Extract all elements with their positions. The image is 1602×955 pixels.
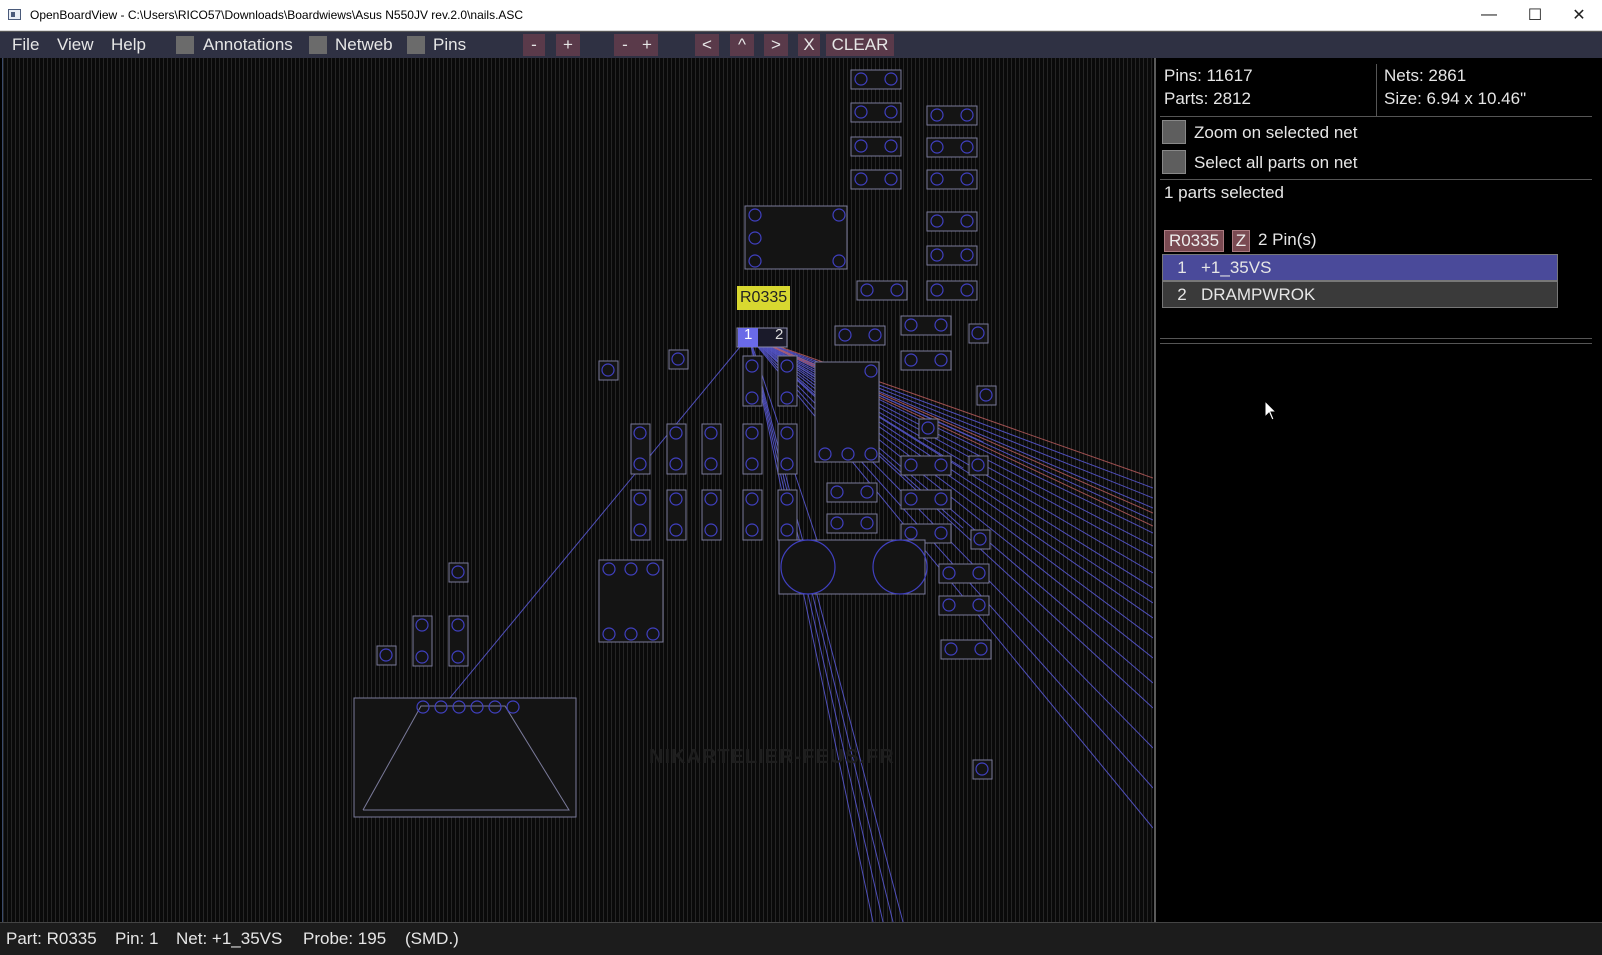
status-part: Part: R0335 <box>6 929 97 948</box>
select-all-on-net-checkbox[interactable] <box>1162 150 1186 174</box>
zoom-part-button[interactable]: Z <box>1232 230 1250 252</box>
close-button[interactable]: ✕ <box>1556 0 1602 30</box>
list-separator-2 <box>1160 343 1592 344</box>
part-label-highlight: R0335 <box>737 286 791 310</box>
menu-view[interactable]: View <box>57 35 94 55</box>
netweb-label: Netweb <box>335 35 393 54</box>
pin-count: 2 Pin(s) <box>1258 230 1317 249</box>
zoom-on-net-label: Zoom on selected net <box>1194 123 1358 142</box>
maximize-button[interactable]: ☐ <box>1512 0 1558 30</box>
rotate-minus-button[interactable]: - <box>614 34 636 56</box>
pins-label: Pins <box>433 35 467 54</box>
zoom-in-button[interactable]: + <box>556 34 580 56</box>
zoom-on-net-checkbox[interactable] <box>1162 120 1186 144</box>
pins-count: Pins: 11617 <box>1164 66 1253 85</box>
status-net: Net: +1_35VS <box>176 929 283 948</box>
pin-net: +1_35VS <box>1201 257 1272 277</box>
pan-right-button[interactable]: > <box>764 34 788 56</box>
status-pin: Pin: 1 <box>115 929 159 948</box>
info-sidebar: Pins: 11617 Parts: 2812 Nets: 2861 Size:… <box>1154 58 1602 922</box>
pin-net: DRAMPWROK <box>1201 284 1316 304</box>
stats-divider <box>1376 64 1377 116</box>
rotate-plus-button[interactable]: + <box>636 34 658 56</box>
board-size: Size: 6.94 x 10.46" <box>1384 89 1527 108</box>
pin2-label: 2 <box>775 326 784 343</box>
pins-checkbox[interactable] <box>407 36 425 54</box>
status-bar: Part: R0335 Pin: 1 Net: +1_35VS Probe: 1… <box>0 922 1602 955</box>
netweb-checkbox[interactable] <box>309 36 327 54</box>
zoom-out-button[interactable]: - <box>523 34 545 56</box>
x-button[interactable]: X <box>798 34 820 56</box>
annotations-label: Annotations <box>203 35 293 54</box>
selected-part-tag[interactable]: R0335 <box>1164 230 1224 252</box>
options-separator <box>1160 179 1592 180</box>
menu-file[interactable]: File <box>12 35 39 55</box>
selection-summary: 1 parts selected <box>1164 183 1285 202</box>
status-probe: Probe: 195 <box>303 929 387 948</box>
menu-bar: File View Help Annotations Netweb Pins -… <box>0 31 1602 58</box>
board-parts <box>353 69 997 818</box>
pin-row[interactable]: 1 +1_35VS <box>1162 254 1558 281</box>
pin-row[interactable]: 2 DRAMPWROK <box>1162 281 1558 308</box>
menu-help[interactable]: Help <box>111 35 146 55</box>
nets-count: Nets: 2861 <box>1384 66 1467 85</box>
board-canvas[interactable]: R0335 1 2 NIKARTELIER-FEUS.FR <box>2 58 1153 922</box>
list-separator <box>1160 338 1592 339</box>
parts-count: Parts: 2812 <box>1164 89 1251 108</box>
window-title: OpenBoardView - C:\Users\RICO57\Download… <box>30 8 524 22</box>
board-drawing <box>353 69 1153 922</box>
mouse-cursor-icon <box>1264 400 1278 421</box>
annotations-checkbox[interactable] <box>176 36 194 54</box>
pin-number: 2 <box>1177 284 1187 304</box>
clear-button[interactable]: CLEAR <box>826 34 894 56</box>
app-icon <box>8 9 21 20</box>
watermark: NIKARTELIER-FEUS.FR <box>649 746 895 768</box>
title-bar: OpenBoardView - C:\Users\RICO57\Download… <box>0 0 1602 31</box>
minimize-button[interactable]: — <box>1466 0 1512 30</box>
pin1-label: 1 <box>744 326 753 343</box>
pan-left-button[interactable]: < <box>695 34 719 56</box>
pan-up-button[interactable]: ^ <box>730 34 754 56</box>
pin-number: 1 <box>1177 257 1187 277</box>
select-all-on-net-label: Select all parts on net <box>1194 153 1358 172</box>
status-type: (SMD.) <box>405 929 459 948</box>
stats-separator <box>1160 116 1592 117</box>
